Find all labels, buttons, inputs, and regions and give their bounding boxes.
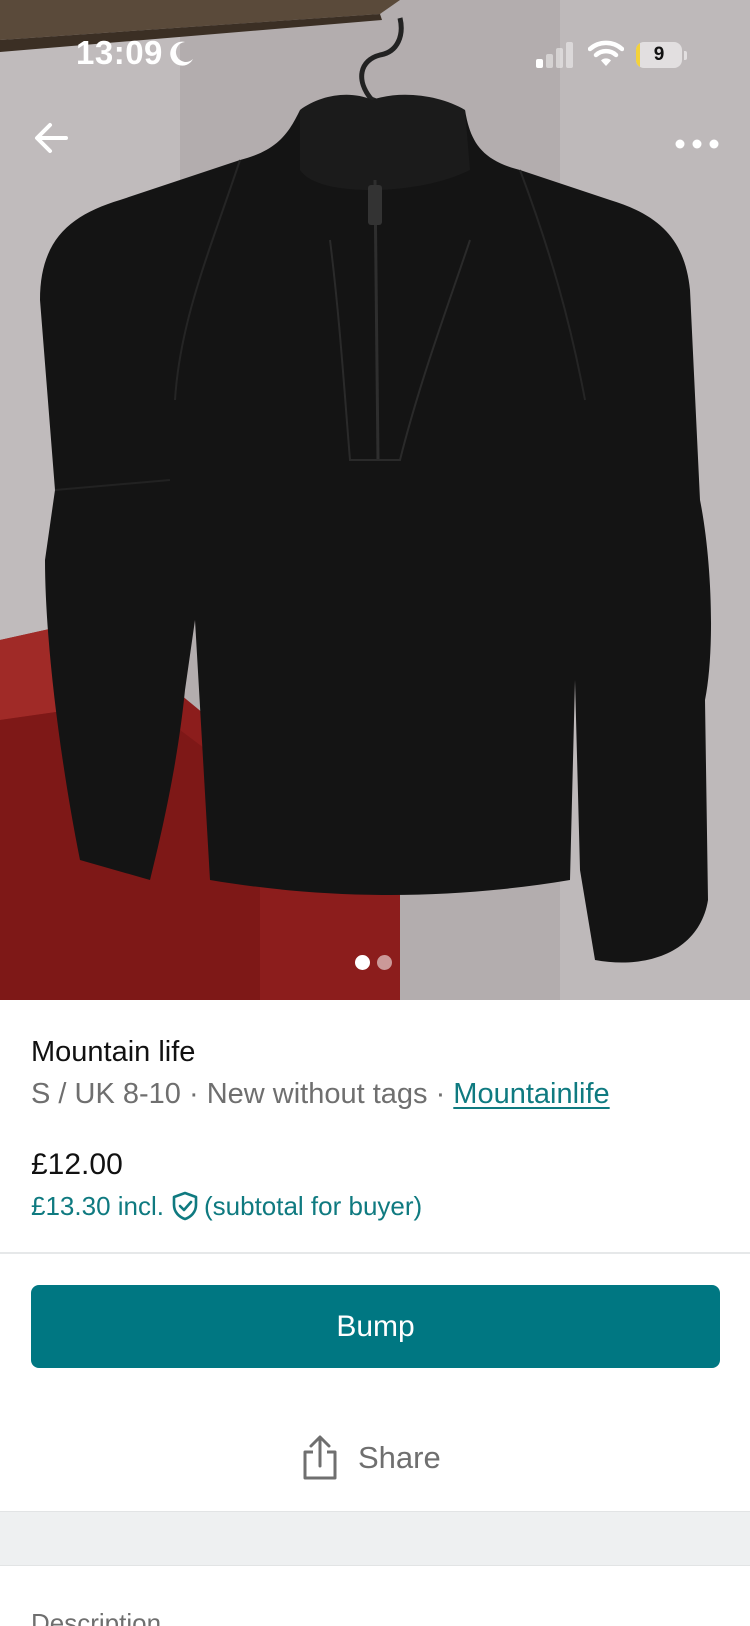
shield-check-icon xyxy=(170,1190,200,1222)
status-bar: 13:09 9 xyxy=(0,0,750,110)
price-incl-note: (subtotal for buyer) xyxy=(204,1191,422,1222)
gallery-pagination xyxy=(355,955,395,971)
buyer-protection-price[interactable]: £13.30 incl. (subtotal for buyer) xyxy=(31,1190,422,1222)
status-time: 13:09 xyxy=(76,34,163,72)
item-title: Mountain life xyxy=(31,1036,195,1069)
meta-separator: · xyxy=(181,1078,207,1110)
brand-link[interactable]: Mountainlife xyxy=(453,1078,609,1110)
item-meta: S / UK 8-10 · New without tags · Mountai… xyxy=(31,1078,610,1111)
item-price: £12.00 xyxy=(31,1148,123,1182)
description-heading: Description xyxy=(31,1608,161,1626)
share-label: Share xyxy=(358,1440,441,1476)
section-separator xyxy=(0,1511,750,1566)
signal-icon xyxy=(536,42,576,68)
ellipsis-icon xyxy=(672,124,722,164)
item-condition: New without tags xyxy=(207,1078,428,1110)
item-size: S / UK 8-10 xyxy=(31,1078,181,1110)
battery-icon: 9 xyxy=(636,42,686,68)
gallery-dot-active[interactable] xyxy=(355,955,370,970)
item-photo xyxy=(0,0,750,1000)
meta-separator: · xyxy=(428,1078,454,1110)
share-icon xyxy=(300,1434,340,1482)
battery-percentage: 9 xyxy=(636,42,682,68)
gallery-dot[interactable] xyxy=(377,955,392,970)
divider xyxy=(0,1252,750,1254)
arrow-left-icon xyxy=(30,116,74,160)
bump-button[interactable]: Bump xyxy=(31,1285,720,1368)
item-photo-gallery[interactable]: 13:09 9 xyxy=(0,0,750,1000)
price-incl-value: £13.30 incl. xyxy=(31,1191,164,1222)
moon-icon xyxy=(166,39,196,69)
wifi-icon xyxy=(588,38,624,68)
back-button[interactable] xyxy=(30,116,74,160)
share-button[interactable]: Share xyxy=(300,1430,441,1486)
more-options-button[interactable] xyxy=(672,124,722,164)
